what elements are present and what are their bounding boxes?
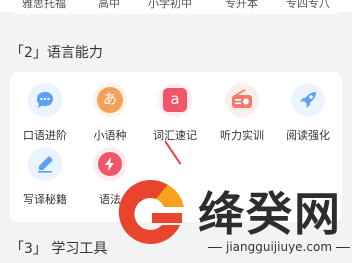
- section-title-language: 「2」语言能力: [10, 45, 103, 61]
- chat-bubble-icon: [28, 83, 62, 117]
- rocket-icon: [291, 83, 325, 117]
- tool-label: 小语种: [93, 129, 127, 142]
- tool-label: 口语进阶: [23, 129, 67, 142]
- tool-listening[interactable]: 听力实训: [211, 83, 273, 143]
- watermark: 绛癸网 jiangguijiuye.com: [108, 160, 352, 263]
- section-title-tools: 「3」 学习工具: [10, 241, 108, 257]
- tool-label: 词汇速记: [153, 129, 197, 142]
- tool-speaking[interactable]: 口语进阶: [14, 83, 76, 143]
- category-upgrade[interactable]: 专升本: [225, 0, 258, 11]
- tool-label: 写译秘籍: [23, 193, 67, 206]
- watermark-url: jiangguijiuye.com: [204, 240, 352, 254]
- watermark-logo: [118, 179, 184, 244]
- tool-label: 阅读强化: [286, 129, 330, 142]
- category-tem[interactable]: 专四专八: [286, 0, 330, 11]
- radio-icon: [225, 83, 259, 117]
- tool-label: 听力实训: [220, 129, 264, 142]
- top-category-row: 雅思托福 高中 小学初中 专升本 专四专八: [0, 0, 352, 12]
- pen-icon: [28, 147, 62, 181]
- tool-minor-language[interactable]: あ 小语种: [79, 83, 141, 143]
- hiragana-a-icon: あ: [93, 83, 127, 117]
- category-high-school[interactable]: 高中: [98, 0, 120, 11]
- tool-reading[interactable]: 阅读强化: [277, 83, 339, 143]
- letter-a-icon: a: [158, 83, 192, 117]
- category-primary-middle[interactable]: 小学初中: [148, 0, 192, 11]
- tool-writing[interactable]: 写译秘籍: [14, 147, 76, 207]
- tool-vocabulary[interactable]: a 词汇速记: [144, 83, 206, 143]
- watermark-title: 绛癸网: [198, 187, 342, 241]
- category-ielts-toefl[interactable]: 雅思托福: [22, 0, 66, 11]
